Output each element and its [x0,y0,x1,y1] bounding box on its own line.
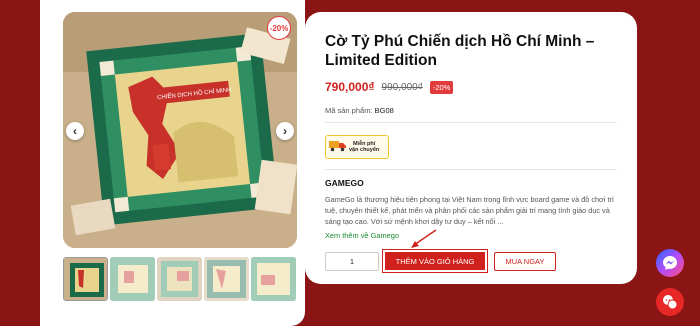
chevron-right-icon: › [283,124,287,138]
old-price: 990,000₫ [381,81,423,93]
messenger-button[interactable] [656,249,684,277]
sku-line: Mã sản phẩm: BG08 [325,106,617,115]
thumbnail-4[interactable] [204,257,249,301]
thumbnail-1[interactable] [63,257,108,301]
sku-label: Mã sản phẩm: [325,106,373,115]
divider [325,169,617,170]
product-main-image[interactable]: CHIẾN DỊCH HỒ CHÍ MINH -20% ‹ › [63,12,297,248]
current-price: 790,000₫ [325,80,375,94]
brand-description: GameGo là thương hiệu tiên phong tại Việ… [325,195,614,226]
brand-name: GAMEGO [325,178,364,188]
shipping-line2: vận chuyển [349,147,380,153]
discount-tag: -20% [429,80,454,94]
brand-more-link[interactable]: Xem thêm về Gamego [325,231,617,240]
product-info-card: Cờ Tỷ Phú Chiến dịch Hồ Chí Minh – Limit… [305,12,637,284]
add-to-cart-highlight: THÊM VÀO GIỎ HÀNG [382,249,488,273]
thumbnail-strip [63,257,300,301]
thumbnail-2[interactable] [110,257,155,301]
product-title: Cờ Tỷ Phú Chiến dịch Hồ Chí Minh – Limit… [325,33,595,69]
thumbnail-3[interactable] [157,257,202,301]
annotation-arrow-icon [411,229,437,248]
thumbnail-image [157,257,202,301]
sku-value: BG08 [374,106,394,115]
messenger-icon [663,256,677,270]
board-game-photo: CHIẾN DỊCH HỒ CHÍ MINH [63,12,297,248]
shipping-text: Miễn phí vận chuyển [349,141,379,154]
discount-badge: -20% [267,16,291,40]
thumbnail-5[interactable] [251,257,296,301]
chat-button[interactable] [656,288,684,316]
truck-icon [329,140,347,155]
divider [325,122,617,123]
quantity-input[interactable]: 1 [325,251,379,271]
thumbnail-image [110,257,155,301]
thumbnail-image [251,257,296,301]
thumbnail-image [204,257,249,301]
chevron-left-icon: ‹ [73,124,77,138]
prev-image-button[interactable]: ‹ [66,122,84,140]
price-row: 790,000₫ 990,000₫ -20% [325,80,617,94]
purchase-actions: 1 THÊM VÀO GIỎ HÀNG MUA NGAY [325,249,617,273]
next-image-button[interactable]: › [276,122,294,140]
buy-now-button[interactable]: MUA NGAY [494,251,556,271]
free-shipping-badge: Miễn phí vận chuyển [325,135,389,159]
add-to-cart-button[interactable]: THÊM VÀO GIỎ HÀNG [385,252,485,270]
shipping-line1: Miễn phí [352,140,376,147]
thumbnail-image [64,258,107,300]
chat-icon [663,295,678,310]
